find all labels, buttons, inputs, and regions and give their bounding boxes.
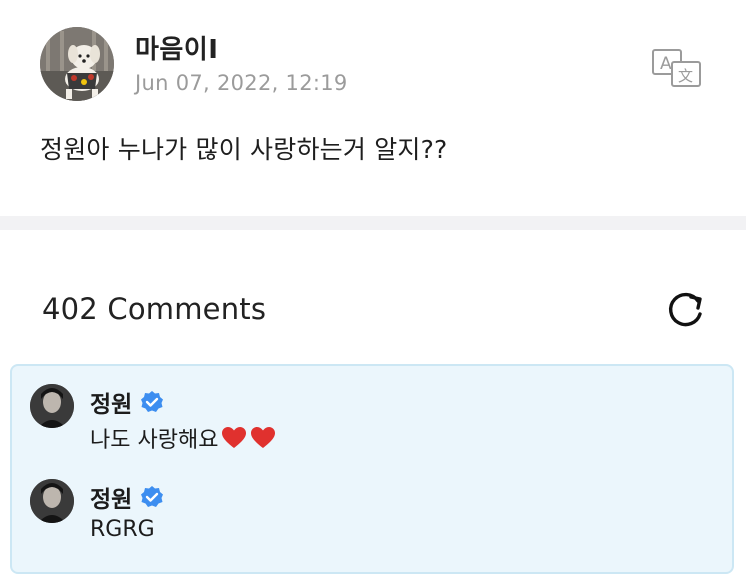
reply-author-avatar[interactable]	[30, 479, 74, 523]
reply-text-content: 나도 사랑해요	[90, 428, 219, 453]
reply-text: RGRG	[90, 517, 155, 542]
section-divider	[0, 216, 746, 230]
refresh-icon[interactable]	[662, 287, 708, 333]
heart-icon	[221, 426, 247, 450]
post-body: 정원아 누나가 많이 사랑하는거 알지??	[40, 135, 448, 164]
svg-text:A: A	[660, 54, 672, 74]
reply-author-name: 정원	[90, 392, 133, 418]
translate-icon[interactable]: A 文	[651, 48, 703, 88]
author-avatar[interactable]	[40, 27, 114, 101]
artist-replies-box: 정원 나도 사랑해요 정원 RGRG	[10, 364, 734, 574]
reply-author-avatar[interactable]	[30, 384, 74, 428]
reply-author-name: 정원	[90, 487, 133, 513]
svg-text:文: 文	[678, 67, 693, 85]
reply-author[interactable]: 정원	[90, 480, 164, 514]
dog-avatar-icon	[40, 27, 114, 101]
verified-badge-icon	[140, 485, 164, 509]
reply-item: 정원 RGRG	[30, 479, 720, 559]
post-timestamp: Jun 07, 2022, 12:19	[135, 71, 348, 95]
reply-text-content: RGRG	[90, 517, 155, 542]
reply-item: 정원 나도 사랑해요	[30, 384, 720, 464]
reply-text: 나도 사랑해요	[90, 422, 276, 454]
comments-count-title: 402 Comments	[42, 292, 267, 326]
author-name[interactable]: 마음이I	[135, 29, 218, 66]
verified-badge-icon	[140, 390, 164, 414]
post-header: 마음이I Jun 07, 2022, 12:19 A 文	[40, 27, 706, 103]
heart-icon	[250, 426, 276, 450]
reply-author[interactable]: 정원	[90, 385, 164, 419]
